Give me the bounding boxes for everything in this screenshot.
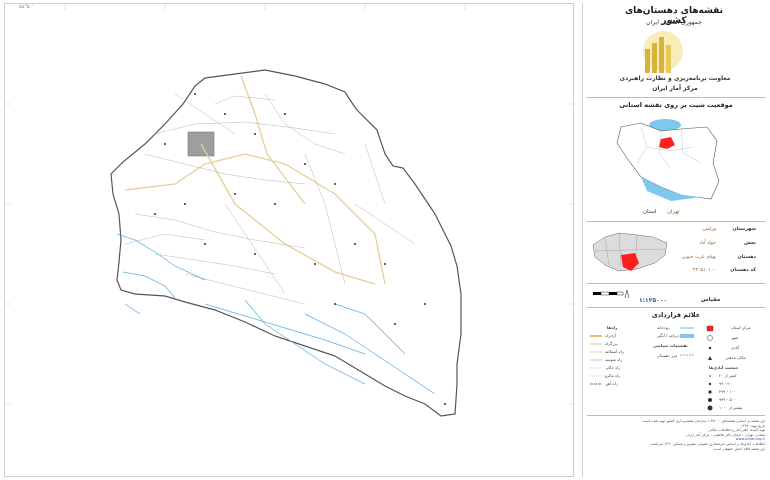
legend-center-item: مرز دهستان xyxy=(657,353,678,358)
legend-road-item: راه آهن xyxy=(605,381,618,386)
legend-pop-item: بیشتر از ۱۰۰۰ xyxy=(719,405,743,410)
legend-right-item: مکان مذهبی xyxy=(725,355,746,360)
district-boundary xyxy=(110,69,462,417)
scale-bar xyxy=(593,289,630,299)
legend-road-symbols xyxy=(590,335,602,385)
statistics-center-logo-icon xyxy=(643,31,683,73)
scale-label: مقیاس xyxy=(701,297,721,303)
panel-subtitle: جمهوری اسلامی ایران xyxy=(646,19,702,26)
iran-map xyxy=(616,119,720,201)
legend-pop-item: ۲۰ - ۹۹ xyxy=(719,381,732,386)
legend-road-item: راه خاکی xyxy=(605,365,621,370)
map-frame: ۵۸°۵۰' xyxy=(4,3,575,477)
divider xyxy=(587,415,765,416)
location-heading: موقعیت شیت بر روی نقشه استانی xyxy=(619,101,733,109)
legend-pop-item: ۱۰۰ - ۴۹۹ xyxy=(719,389,736,394)
row-value-section: جواد آباد xyxy=(699,241,716,246)
legend-road-item: راه آسفالته xyxy=(605,349,624,354)
footer-notes: این نقشه بر اساس نقشه‌های ۱:۲۵۰۰۰ سازمان… xyxy=(587,419,765,451)
legend-center-symbols xyxy=(680,327,694,356)
legend-center-item: دریاچه / آبگیر xyxy=(657,333,680,338)
legend-pop-item: کمتر از ۲۰ xyxy=(719,373,737,378)
legend-pop-item: ۵۰۰ - ۹۹۹ xyxy=(719,397,736,402)
row-label-code: کد دهستان xyxy=(730,268,756,273)
legend-right-item: شهر xyxy=(731,335,739,340)
legend-road-item: راه مالرو xyxy=(605,373,621,378)
row-label-district: دهستان xyxy=(737,255,756,260)
province-value: تهران xyxy=(667,209,680,215)
legend-road-item: آزادراه xyxy=(605,333,617,338)
district-map xyxy=(5,4,575,417)
row-value-district: بهنام عرب جنوبی xyxy=(681,255,716,260)
info-panel: نقشه‌های دهستان‌های کشور جمهوری اسلامی ا… xyxy=(582,3,768,477)
section-locator-map xyxy=(592,232,668,272)
org-line-1: معاونت برنامه‌ریزی و نظارت راهبردی xyxy=(619,75,731,82)
legend-road-item: بزرگراه xyxy=(605,341,618,346)
scale-value: ۱:۱۲۵۰۰۰ xyxy=(639,297,668,304)
divider xyxy=(587,307,765,308)
legend-road-item: راه شوسه xyxy=(605,357,623,362)
row-label-county: شهرستان xyxy=(732,227,756,232)
divider xyxy=(587,221,765,222)
legend-roads-heading: راه‌ها xyxy=(607,325,618,330)
footer-line: این نقشه فاقد اعتبار حقوقی است. xyxy=(712,446,765,451)
province-label: استان xyxy=(643,209,657,215)
divider xyxy=(587,97,765,98)
legend-heading: علائم قراردادی xyxy=(651,311,701,319)
divider xyxy=(587,283,765,284)
legend-right-item: آبادی xyxy=(731,345,740,350)
legend-right-symbols xyxy=(706,325,714,411)
legend-center-item: رودخانه xyxy=(657,325,670,330)
legend-right-item: مرکز استان xyxy=(731,325,751,330)
row-value-county: ورامین xyxy=(702,227,716,232)
row-value-code: ۲۳۰۵۱۰۱۰۰ xyxy=(692,268,716,273)
row-label-section: بخش xyxy=(743,241,756,246)
org-line-2: مرکز آمار ایران xyxy=(652,85,698,92)
